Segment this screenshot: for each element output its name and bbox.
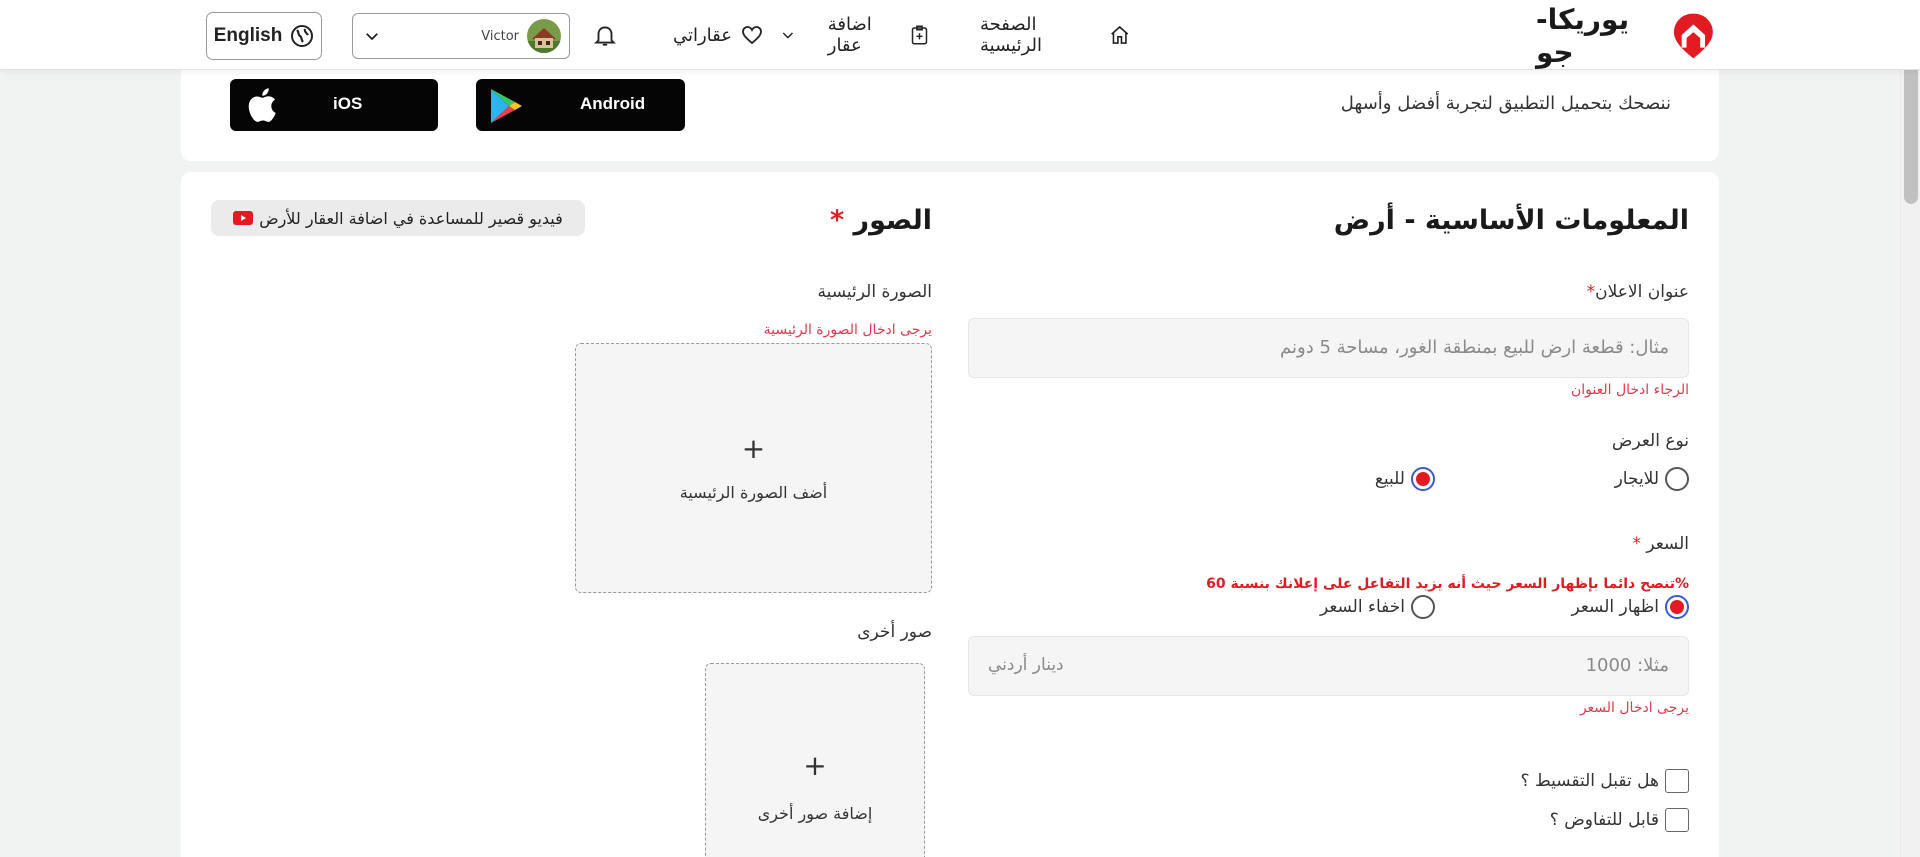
negotiable-label: قابل للتفاوض ؟ (1549, 810, 1659, 830)
nav-fav-label: عقاراتي (672, 24, 732, 46)
nav-add-label: اضافة عقار (827, 14, 872, 56)
apple-icon (248, 88, 276, 122)
page-scrollbar[interactable] (1900, 0, 1920, 857)
other-photos-label: صور أخرى (857, 622, 932, 642)
basic-info-title: المعلومات الأساسية - أرض (1333, 205, 1689, 236)
home-icon (1110, 25, 1128, 44)
main-photo-error: يرجى ادخال الصورة الرئيسية (763, 322, 932, 338)
ad-title-placeholder: مثال: قطعة ارض للبيع بمنطقة الغور، مساحة… (1280, 337, 1669, 358)
globe-icon (291, 25, 314, 47)
nav-home-label: الصفحة الرئيسية (980, 14, 1042, 56)
language-label: English (213, 25, 283, 46)
negotiable-checkbox[interactable] (1665, 808, 1689, 832)
offer-type-sale-radio[interactable]: للبيع (1375, 467, 1435, 491)
offer-type-rent-radio[interactable]: للايجار (1615, 467, 1689, 491)
price-placeholder: مثلا: 1000 (1585, 655, 1669, 676)
offer-type-rent-radio-circle[interactable] (1665, 467, 1689, 491)
chevron-down-icon (782, 32, 793, 39)
youtube-icon (233, 211, 254, 225)
ad-title-error: الرجاء ادخال العنوان (1570, 382, 1689, 398)
show-price-label: اظهار السعر (1571, 597, 1659, 617)
offer-type-label: نوع العرض (1611, 431, 1689, 451)
price-input[interactable]: مثلا: 1000 دينار أردني (968, 636, 1689, 696)
nav-my-properties[interactable]: عقاراتي (644, 18, 764, 52)
show-price-radio-circle[interactable] (1665, 595, 1689, 619)
price-label: * السعر (1632, 534, 1689, 554)
main-photo-upload[interactable]: + أضف الصورة الرئيسية (575, 343, 932, 593)
language-switch-button[interactable]: English (206, 12, 322, 60)
top-navbar: يوريكا-جو الصفحة الرئيسية اضافة عقار عقا… (0, 0, 1920, 70)
brand-logo-icon (1674, 13, 1714, 59)
chevron-down-icon (366, 33, 378, 41)
add-property-form: المعلومات الأساسية - أرض *عنوان الاعلان … (181, 172, 1719, 857)
android-label: Android (580, 94, 646, 113)
brand-logo[interactable]: يوريكا-جو (1536, 3, 1716, 69)
user-name: Victor (481, 28, 519, 44)
ios-label: iOS (333, 94, 363, 113)
user-account-select[interactable]: Victor (352, 13, 570, 59)
ad-title-input[interactable]: مثال: قطعة ارض للبيع بمنطقة الغور، مساحة… (968, 318, 1689, 378)
price-error: يرجى ادخال السعر (1579, 700, 1689, 716)
price-visibility-hint: تنصح دائما بإظهار السعر حيث أنه يزيد الت… (1206, 576, 1689, 592)
plus-icon: + (803, 749, 827, 782)
other-photos-upload-label: إضافة صور أخرى (757, 804, 873, 823)
hide-price-label: اخفاء السعر (1319, 597, 1405, 617)
plus-icon: + (741, 432, 766, 465)
currency-label: دينار أردني (988, 655, 1064, 675)
brand-name: يوريكا-جو (1536, 3, 1630, 69)
android-app-button[interactable]: Android (476, 79, 685, 131)
video-help-button[interactable]: فيديو قصير للمساعدة في اضافة العقار للأر… (211, 200, 585, 236)
hide-price-radio-circle[interactable] (1411, 595, 1435, 619)
installment-checkbox[interactable] (1665, 769, 1689, 793)
main-photo-upload-label: أضف الصورة الرئيسية (679, 483, 828, 502)
ios-app-button[interactable]: iOS (230, 79, 438, 131)
negotiable-checkbox-row[interactable]: قابل للتفاوض ؟ (1550, 808, 1689, 832)
nav-add-property[interactable]: اضافة عقار (780, 14, 930, 56)
main-photo-label: الصورة الرئيسية (817, 282, 932, 302)
heart-icon (742, 26, 762, 45)
bell-icon[interactable] (592, 22, 618, 48)
hide-price-radio[interactable]: اخفاء السعر (1320, 595, 1435, 619)
avatar (527, 19, 561, 53)
add-property-icon (911, 25, 928, 45)
ad-title-label: *عنوان الاعلان (1586, 282, 1689, 302)
banner-text: ننصحك بتحميل التطبيق لتجربة أفضل وأسهل (1340, 93, 1671, 114)
installment-checkbox-row[interactable]: هل تقبل التقسيط ؟ (1521, 769, 1689, 793)
offer-type-sale-radio-circle[interactable] (1411, 467, 1435, 491)
installment-label: هل تقبل التقسيط ؟ (1520, 771, 1659, 791)
show-price-radio[interactable]: اظهار السعر (1571, 595, 1689, 619)
other-photos-upload[interactable]: + إضافة صور أخرى (705, 663, 925, 857)
offer-type-rent-label: للايجار (1614, 469, 1659, 489)
video-help-label: فيديو قصير للمساعدة في اضافة العقار للأر… (259, 208, 563, 228)
google-play-icon (491, 89, 522, 123)
nav-home-link[interactable]: الصفحة الرئيسية (980, 14, 1130, 56)
photos-title: * الصور (830, 205, 932, 236)
app-download-banner: ننصحك بتحميل التطبيق لتجربة أفضل وأسهل i… (181, 55, 1719, 161)
offer-type-sale-label: للبيع (1374, 469, 1405, 489)
